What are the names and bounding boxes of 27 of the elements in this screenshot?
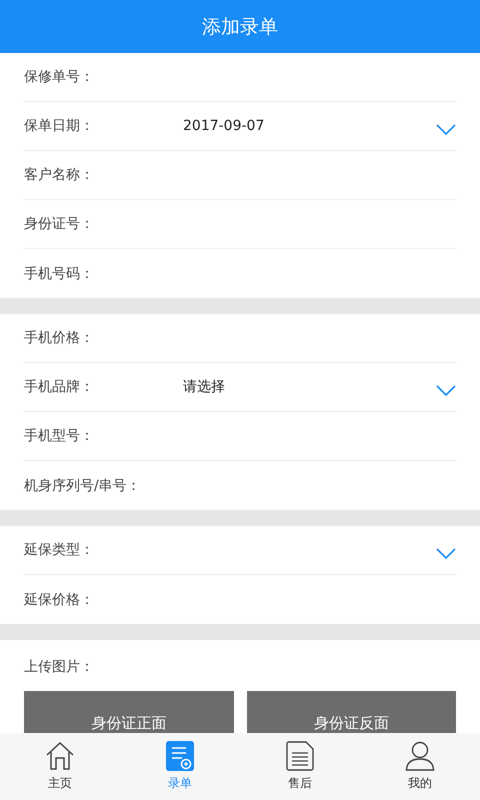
upload-slot[interactable]: 身份证正面 [24,691,234,735]
add-record-icon [166,741,194,771]
field-label: 延保类型： [24,541,95,559]
page-title: 添加录单 [202,14,278,40]
field-label: 身份证号： [24,215,95,233]
field-value[interactable]: 请选择 [183,378,225,396]
chevron-down-icon[interactable] [436,548,456,560]
field-label: 手机品牌： [24,378,95,396]
field-label: 手机价格： [24,329,95,347]
user-icon [405,741,435,771]
upload-slot[interactable]: 身份证反面 [246,691,456,735]
tab-item[interactable]: 主页 [0,733,120,800]
field-label: 手机号码： [24,264,95,282]
field-label: 机身序列号/串号： [24,476,142,494]
field-label: 保单日期： [24,117,95,135]
chevron-down-icon[interactable] [436,124,456,136]
field-value[interactable]: 2017-09-07 [183,118,264,134]
tab-item[interactable]: 售后 [240,733,360,800]
chevron-down-icon[interactable] [436,385,456,397]
field-label: 保修单号： [24,68,95,86]
field-label: 手机型号： [24,427,95,445]
home-icon [45,741,75,771]
document-icon [286,741,314,771]
upload-label: 上传图片： [24,658,95,676]
field-label: 延保价格： [24,590,95,608]
field-label: 客户名称： [24,166,95,184]
tab-item[interactable]: 我的 [360,733,480,800]
